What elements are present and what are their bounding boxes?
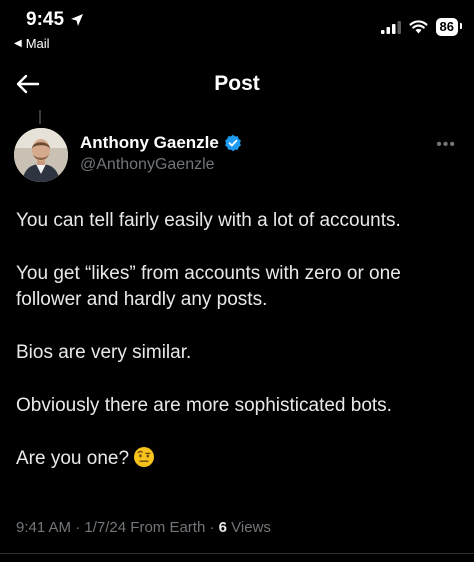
- more-options-icon[interactable]: •••: [436, 136, 456, 154]
- post-paragraph: You can tell fairly easily with a lot of…: [16, 210, 401, 231]
- battery-indicator: 86: [435, 18, 463, 36]
- cellular-signal-icon: [380, 20, 401, 34]
- status-time: 9:45: [26, 9, 84, 31]
- status-indicators: 86: [380, 18, 463, 36]
- back-to-app-link[interactable]: ◀ Mail: [14, 36, 50, 51]
- back-app-label: Mail: [25, 36, 50, 51]
- post-source: From Earth: [130, 519, 206, 536]
- verified-badge-icon: [224, 134, 241, 152]
- raised-eyebrow-face-icon: [134, 447, 155, 467]
- views-label: Views: [231, 519, 271, 536]
- views-link[interactable]: 6 Views: [219, 519, 271, 536]
- page-title: Post: [214, 72, 260, 95]
- post-paragraph: Obviously there are more sophisticated b…: [16, 395, 392, 416]
- avatar-image: [14, 128, 68, 182]
- post-paragraph: Bios are very similar.: [16, 342, 192, 363]
- post-body: You can tell fairly easily with a lot of…: [16, 208, 464, 499]
- status-time-text: 9:45: [26, 9, 65, 30]
- author-display-name[interactable]: Anthony Gaenzle: [80, 133, 242, 153]
- post-author[interactable]: Anthony Gaenzle @AnthonyGaenzle: [14, 128, 242, 182]
- divider: [0, 553, 474, 554]
- meta-separator: ·: [209, 519, 215, 536]
- post-meta: 9:41 AM · 1/7/24 From Earth · 6 Views: [16, 519, 271, 536]
- status-bar: 9:45 ◀ Mail 86: [0, 0, 474, 56]
- post-paragraph-last: Are you one?: [16, 446, 464, 472]
- post-date: 1/7/24: [84, 519, 127, 536]
- meta-separator: ·: [75, 519, 81, 536]
- avatar[interactable]: [14, 128, 68, 182]
- back-triangle-icon: ◀: [14, 38, 22, 49]
- thread-connector-line: [39, 110, 41, 124]
- post-time: 9:41 AM: [16, 519, 72, 536]
- wifi-icon: [409, 20, 428, 34]
- post-paragraph-text: Are you one?: [16, 448, 130, 469]
- location-arrow-icon: [71, 14, 84, 26]
- author-names: Anthony Gaenzle @AnthonyGaenzle: [80, 133, 242, 174]
- views-count: 6: [218, 519, 227, 536]
- author-name-text: Anthony Gaenzle: [80, 133, 219, 152]
- author-handle[interactable]: @AnthonyGaenzle: [80, 156, 242, 174]
- post-paragraph: You get “likes” from accounts with zero …: [16, 263, 401, 310]
- navigation-header: Post: [0, 62, 474, 106]
